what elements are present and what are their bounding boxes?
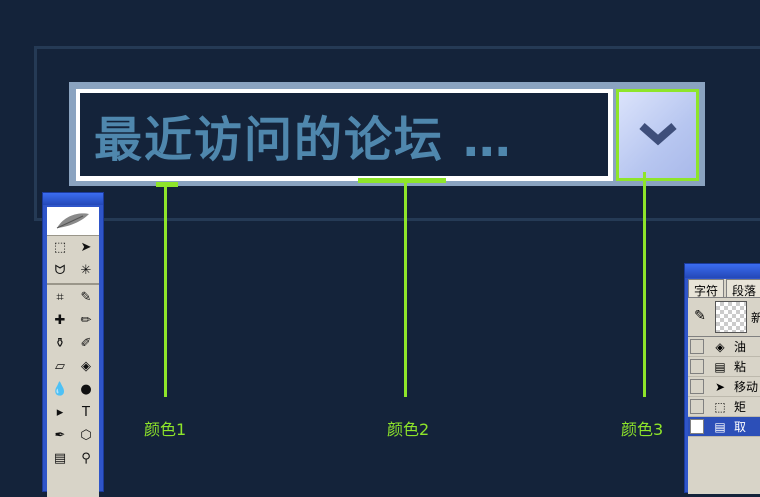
history-row[interactable]: ◈ 油 <box>688 337 760 357</box>
brush-icon: ✎ <box>694 308 706 324</box>
blur-icon[interactable]: 💧 <box>47 378 73 401</box>
path-select-icon[interactable]: ▸ <box>47 401 73 424</box>
panel-tabs: 字符 段落 <box>688 279 760 298</box>
history-panel: 字符 段落 ✎ 新 ◈ 油 ▤ 粘 ➤ 移动 ⬚ 矩 ▤ 取 <box>684 263 760 494</box>
dodge-icon[interactable]: ● <box>73 378 99 401</box>
marquee-icon[interactable]: ⬚ <box>47 236 73 259</box>
eraser-icon[interactable]: ▱ <box>47 355 73 378</box>
history-row[interactable]: ➤ 移动 <box>688 377 760 397</box>
color2-label: 颜色2 <box>387 420 430 439</box>
color1-leader-line <box>164 184 167 397</box>
magic-wand-icon[interactable]: ✳ <box>73 259 99 282</box>
tool-separator <box>47 283 99 285</box>
deselect-icon: ▤ <box>714 419 726 434</box>
history-label: 移动 <box>734 380 759 394</box>
slice-icon[interactable]: ✎ <box>73 286 99 309</box>
tab-character[interactable]: 字符 <box>688 279 725 298</box>
combo-text-field[interactable]: 最近访问的论坛 … <box>80 93 608 176</box>
brush-icon[interactable]: ✏ <box>73 309 99 332</box>
color3-leader-line <box>643 172 646 397</box>
history-label: 矩 <box>734 400 747 414</box>
history-row[interactable]: ▤ 取 <box>688 417 760 437</box>
snapshot-thumbnail <box>715 301 747 333</box>
pen-icon[interactable]: ✒ <box>47 424 73 447</box>
color2-leader-line <box>404 182 407 397</box>
eyedropper-icon[interactable]: ⚲ <box>73 447 99 470</box>
shape-icon[interactable]: ⬡ <box>73 424 99 447</box>
history-list: ◈ 油 ▤ 粘 ➤ 移动 ⬚ 矩 ▤ 取 <box>688 337 760 437</box>
tool-grid: ⬚ ➤ ᗢ ✳ ⌗ ✎ ✚ ✏ ⚱ ✐ ▱ ◈ 💧 ● ▸ T ✒ ⬡ ▤ ⚲ <box>47 236 99 470</box>
history-checkbox[interactable] <box>690 359 704 374</box>
paint-bucket-icon[interactable]: ◈ <box>73 355 99 378</box>
lasso-icon[interactable]: ᗢ <box>47 259 73 282</box>
history-checkbox[interactable] <box>690 339 704 354</box>
tab-paragraph[interactable]: 段落 <box>726 279 760 298</box>
history-label: 取 <box>734 420 747 434</box>
history-row[interactable]: ⬚ 矩 <box>688 397 760 417</box>
paint-bucket-icon: ◈ <box>715 339 725 354</box>
color2-marker <box>358 178 446 183</box>
color3-label: 颜色3 <box>621 420 664 439</box>
color1-marker <box>156 182 178 187</box>
history-checkbox[interactable] <box>690 399 704 414</box>
toolbox-body: ⬚ ➤ ᗢ ✳ ⌗ ✎ ✚ ✏ ⚱ ✐ ▱ ◈ 💧 ● ▸ T ✒ ⬡ ▤ ⚲ <box>47 207 99 497</box>
chevron-down-icon <box>638 122 677 146</box>
healing-brush-icon[interactable]: ✚ <box>47 309 73 332</box>
history-label: 油 <box>734 340 747 354</box>
crop-icon[interactable]: ⌗ <box>47 286 73 309</box>
history-checkbox[interactable] <box>690 419 704 434</box>
history-label: 粘 <box>734 360 747 374</box>
combo-text: 最近访问的论坛 … <box>94 111 513 168</box>
notes-icon[interactable]: ▤ <box>47 447 73 470</box>
history-row[interactable]: ▤ 粘 <box>688 357 760 377</box>
history-checkbox[interactable] <box>690 379 704 394</box>
dropdown-button[interactable] <box>616 89 699 181</box>
move-icon: ➤ <box>714 379 726 394</box>
toolbox-panel: ⬚ ➤ ᗢ ✳ ⌗ ✎ ✚ ✏ ⚱ ✐ ▱ ◈ 💧 ● ▸ T ✒ ⬡ ▤ ⚲ <box>42 192 104 497</box>
history-brush-icon[interactable]: ✐ <box>73 332 99 355</box>
color1-label: 颜色1 <box>144 420 187 439</box>
type-icon[interactable]: T <box>73 401 99 424</box>
paste-icon: ▤ <box>714 359 726 374</box>
toolbox-titlebar[interactable] <box>43 193 103 205</box>
feather-icon[interactable] <box>47 207 99 236</box>
panel-titlebar[interactable] <box>685 264 760 278</box>
panel-body: 字符 段落 ✎ 新 ◈ 油 ▤ 粘 ➤ 移动 ⬚ 矩 ▤ 取 <box>688 279 760 494</box>
stamp-icon[interactable]: ⚱ <box>47 332 73 355</box>
marquee-icon: ⬚ <box>714 399 726 414</box>
snapshot-row[interactable]: ✎ 新 <box>688 298 760 337</box>
move-icon[interactable]: ➤ <box>73 236 99 259</box>
snapshot-label: 新 <box>751 310 760 325</box>
